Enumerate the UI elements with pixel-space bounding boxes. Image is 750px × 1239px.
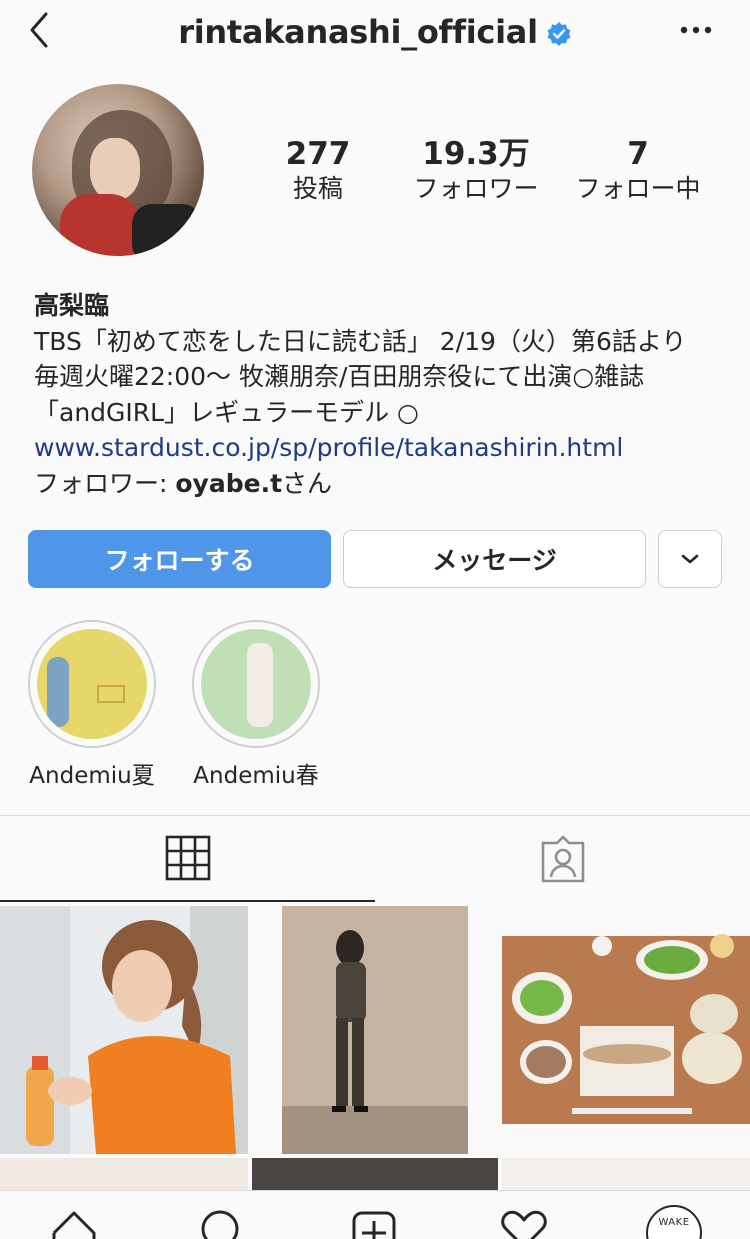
profile-bio: 高梨臨 TBS「初めて恋をした日に読む話」 2/19（火）第6話より 毎週火曜2… bbox=[34, 288, 734, 501]
post-image bbox=[282, 906, 468, 1154]
avatar-shirt bbox=[60, 194, 140, 256]
post-thumbnail[interactable] bbox=[252, 906, 498, 1154]
avatar-shadow bbox=[132, 204, 202, 256]
highlight-decoration bbox=[97, 685, 125, 703]
tagged-person-icon bbox=[541, 835, 584, 883]
add-post-icon[interactable] bbox=[348, 1207, 400, 1239]
page-title: rintakanashi_official bbox=[0, 10, 750, 54]
post-image bbox=[0, 906, 248, 1154]
story-highlight[interactable]: Andemiu春 bbox=[192, 620, 320, 790]
bio-line-1: TBS「初めて恋をした日に読む話」 2/19（火）第6話より bbox=[34, 326, 687, 356]
home-icon[interactable] bbox=[48, 1207, 100, 1239]
tab-tagged[interactable] bbox=[375, 816, 750, 902]
highlight-thumbnail bbox=[201, 629, 311, 739]
post-image bbox=[502, 934, 750, 1124]
avatar-face bbox=[90, 138, 140, 200]
posts-count[interactable]: 277 投稿 bbox=[268, 136, 368, 206]
following-value: 7 bbox=[627, 136, 649, 172]
post-thumbnail[interactable] bbox=[502, 906, 750, 1154]
bio-line-2: 毎週火曜22:00〜 牧瀬朋奈/百田朋奈役にて出演○雑誌 bbox=[34, 362, 645, 391]
highlight-label: Andemiu春 bbox=[193, 763, 319, 789]
verified-badge-icon bbox=[547, 22, 571, 46]
followers-count[interactable]: 19.3万 フォロワー bbox=[406, 136, 546, 206]
chevron-down-icon bbox=[681, 554, 699, 564]
following-count[interactable]: 7 フォロー中 bbox=[568, 136, 708, 206]
tab-posts-grid[interactable] bbox=[0, 816, 375, 902]
search-icon[interactable] bbox=[196, 1207, 248, 1239]
highlight-ring bbox=[28, 620, 156, 748]
followed-by[interactable]: フォロワー: oyabe.tさん bbox=[34, 466, 734, 502]
followed-by-prefix: フォロワー: bbox=[34, 468, 176, 498]
followed-by-user: oyabe.t bbox=[175, 468, 283, 498]
username: rintakanashi_official bbox=[178, 13, 538, 51]
top-bar: rintakanashi_official bbox=[0, 0, 750, 64]
profile-badge-text: WAKE bbox=[658, 1217, 690, 1228]
posts-label: 投稿 bbox=[292, 174, 343, 203]
posts-value: 277 bbox=[285, 136, 351, 172]
message-button[interactable]: メッセージ bbox=[343, 530, 646, 588]
grid-icon bbox=[165, 835, 210, 881]
bottom-navigation: WAKE bbox=[0, 1190, 750, 1239]
followers-label: フォロワー bbox=[413, 174, 539, 203]
highlight-thumbnail bbox=[37, 629, 147, 739]
profile-tab-avatar[interactable]: WAKE bbox=[646, 1205, 702, 1239]
followed-by-suffix: さん bbox=[282, 468, 333, 498]
bio-website-link[interactable]: www.stardust.co.jp/sp/profile/takanashir… bbox=[34, 430, 734, 466]
highlight-ring bbox=[192, 620, 320, 748]
following-label: フォロー中 bbox=[575, 174, 701, 203]
post-thumbnail[interactable] bbox=[0, 906, 248, 1154]
highlight-figure bbox=[247, 643, 273, 727]
bio-line-3: 「andGIRL」レギュラーモデル ○ bbox=[34, 397, 419, 427]
follow-button[interactable]: フォローする bbox=[28, 530, 331, 588]
display-name: 高梨臨 bbox=[34, 291, 110, 320]
profile-avatar[interactable] bbox=[32, 84, 204, 256]
highlight-figure bbox=[47, 657, 69, 727]
more-options-icon[interactable] bbox=[680, 24, 712, 36]
activity-heart-icon[interactable] bbox=[498, 1207, 550, 1239]
highlight-label: Andemiu夏 bbox=[29, 763, 155, 789]
suggested-dropdown-button[interactable] bbox=[658, 530, 722, 588]
story-highlight[interactable]: Andemiu夏 bbox=[28, 620, 156, 790]
followers-value: 19.3万 bbox=[422, 136, 530, 172]
